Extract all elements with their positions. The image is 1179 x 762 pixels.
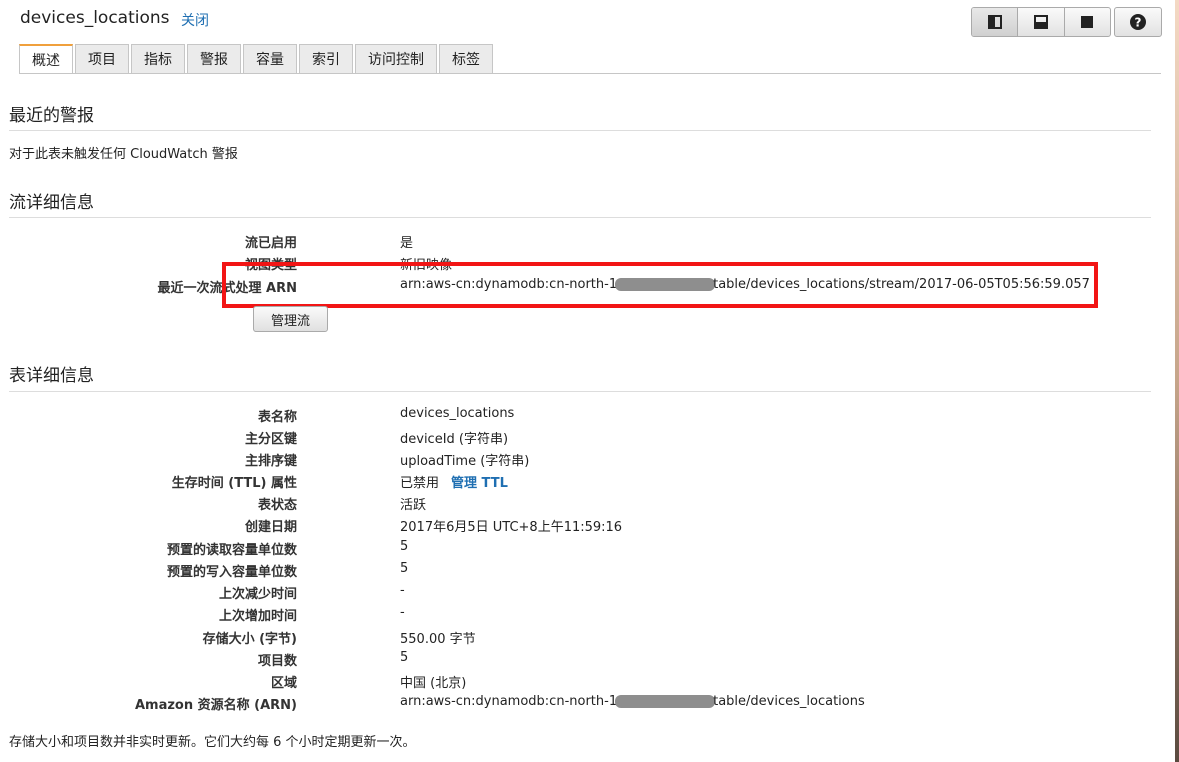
last-increase-value: -: [400, 605, 405, 620]
manage-stream-button[interactable]: 管理流: [253, 306, 328, 332]
sort-key-label: 主排序键: [244, 454, 297, 469]
region-label: 区域: [270, 676, 297, 691]
tab-overview[interactable]: 概述: [19, 44, 73, 74]
item-count-label: 项目数: [257, 654, 297, 669]
detail-row: 主分区键 deviceId (字符串): [0, 428, 1100, 448]
detail-row: 预置的写入容量单位数 5: [0, 561, 1100, 581]
read-capacity-label: 预置的读取容量单位数: [166, 543, 297, 558]
layout-split-vertical-button[interactable]: [972, 8, 1019, 36]
table-arn-value: arn:aws-cn:dynamodb:cn-north-1 table/devi…: [400, 694, 865, 709]
detail-row: 存储大小 (字节) 550.00 字节: [0, 628, 1100, 648]
table-name-label: 表名称: [257, 410, 297, 425]
close-link[interactable]: 关闭: [181, 10, 209, 30]
table-arn-label: Amazon 资源名称 (ARN): [134, 698, 297, 713]
manage-ttl-link[interactable]: 管理 TTL: [451, 476, 508, 491]
last-increase-label: 上次增加时间: [218, 609, 297, 624]
ttl-label: 生存时间 (TTL) 属性: [171, 476, 297, 491]
last-decrease-label: 上次减少时间: [218, 587, 297, 602]
tab-indexes[interactable]: 索引: [299, 44, 353, 73]
detail-row: 主排序键 uploadTime (字符串): [0, 450, 1100, 470]
stream-enabled-row: 流已启用 是: [0, 232, 1100, 252]
table-details-heading: 表详细信息: [9, 366, 94, 386]
layout-full-button[interactable]: [1065, 8, 1110, 36]
item-count-value: 5: [400, 650, 409, 665]
section-divider: [9, 130, 1151, 131]
section-divider: [9, 217, 1151, 218]
table-title: devices_locations: [20, 8, 170, 28]
partition-key-value: deviceId (字符串): [400, 432, 509, 447]
tab-metrics[interactable]: 指标: [131, 44, 185, 73]
tab-access-control[interactable]: 访问控制: [355, 44, 437, 73]
detail-row: 表状态 活跃: [0, 494, 1100, 514]
region-value: 中国 (北京): [400, 676, 467, 691]
table-status-label: 表状态: [257, 498, 297, 513]
write-capacity-label: 预置的写入容量单位数: [166, 565, 297, 580]
creation-date-label: 创建日期: [244, 520, 297, 535]
detail-row: Amazon 资源名称 (ARN) arn:aws-cn:dynamodb:cn…: [0, 694, 1100, 714]
detail-row: 区域 中国 (北京): [0, 672, 1100, 692]
tab-bar: 概述 项目 指标 警报 容量 索引 访问控制 标签: [19, 44, 493, 74]
storage-size-value: 550.00 字节: [400, 632, 476, 647]
section-divider: [9, 391, 1151, 392]
redaction-mark: [615, 695, 716, 708]
stream-enabled-label: 流已启用: [244, 236, 297, 251]
alarms-message: 对于此表未触发任何 CloudWatch 警报: [9, 147, 238, 162]
svg-text:?: ?: [1135, 16, 1142, 30]
tab-items[interactable]: 项目: [75, 44, 129, 73]
layout-split-vertical-icon: [987, 15, 1002, 29]
detail-row: 生存时间 (TTL) 属性 已禁用 管理 TTL: [0, 472, 1100, 492]
recent-alarms-heading: 最近的警报: [9, 106, 94, 126]
partition-key-label: 主分区键: [244, 432, 297, 447]
layout-full-icon: [1081, 16, 1094, 28]
ttl-status: 已禁用: [400, 476, 440, 491]
table-status-value: 活跃: [400, 498, 427, 513]
layout-split-horizontal-icon: [1033, 15, 1048, 29]
update-footnote: 存储大小和项目数并非实时更新。它们大约每 6 个小时定期更新一次。: [9, 735, 416, 750]
storage-size-label: 存储大小 (字节): [202, 632, 297, 647]
window-edge: [1175, 0, 1179, 762]
layout-toggle-group: [971, 7, 1111, 37]
table-arn-prefix: arn:aws-cn:dynamodb:cn-north-1: [400, 694, 618, 709]
tab-alarms[interactable]: 警报: [187, 44, 241, 73]
stream-details-heading: 流详细信息: [9, 193, 94, 213]
tab-divider: [19, 73, 1161, 74]
table-arn-suffix: table/devices_locations: [713, 694, 865, 709]
stream-enabled-value: 是: [400, 236, 414, 251]
detail-row: 项目数 5: [0, 650, 1100, 670]
sort-key-value: uploadTime (字符串): [400, 454, 530, 469]
last-decrease-value: -: [400, 583, 405, 598]
table-name-value: devices_locations: [400, 406, 515, 421]
detail-row: 创建日期 2017年6月5日 UTC+8上午11:59:16: [0, 516, 1100, 536]
help-icon: ?: [1130, 14, 1146, 30]
tab-tags[interactable]: 标签: [439, 44, 493, 73]
detail-row: 上次增加时间 -: [0, 605, 1100, 625]
creation-date-value: 2017年6月5日 UTC+8上午11:59:16: [400, 520, 623, 535]
help-button[interactable]: ?: [1114, 7, 1162, 37]
write-capacity-value: 5: [400, 561, 409, 576]
layout-split-horizontal-button[interactable]: [1018, 8, 1065, 36]
highlight-box: [222, 262, 1098, 308]
tab-capacity[interactable]: 容量: [243, 44, 297, 73]
detail-row: 表名称 devices_locations: [0, 406, 1100, 426]
detail-row: 预置的读取容量单位数 5: [0, 539, 1100, 559]
detail-row: 上次减少时间 -: [0, 583, 1100, 603]
ttl-value: 已禁用 管理 TTL: [400, 472, 508, 491]
read-capacity-value: 5: [400, 539, 409, 554]
